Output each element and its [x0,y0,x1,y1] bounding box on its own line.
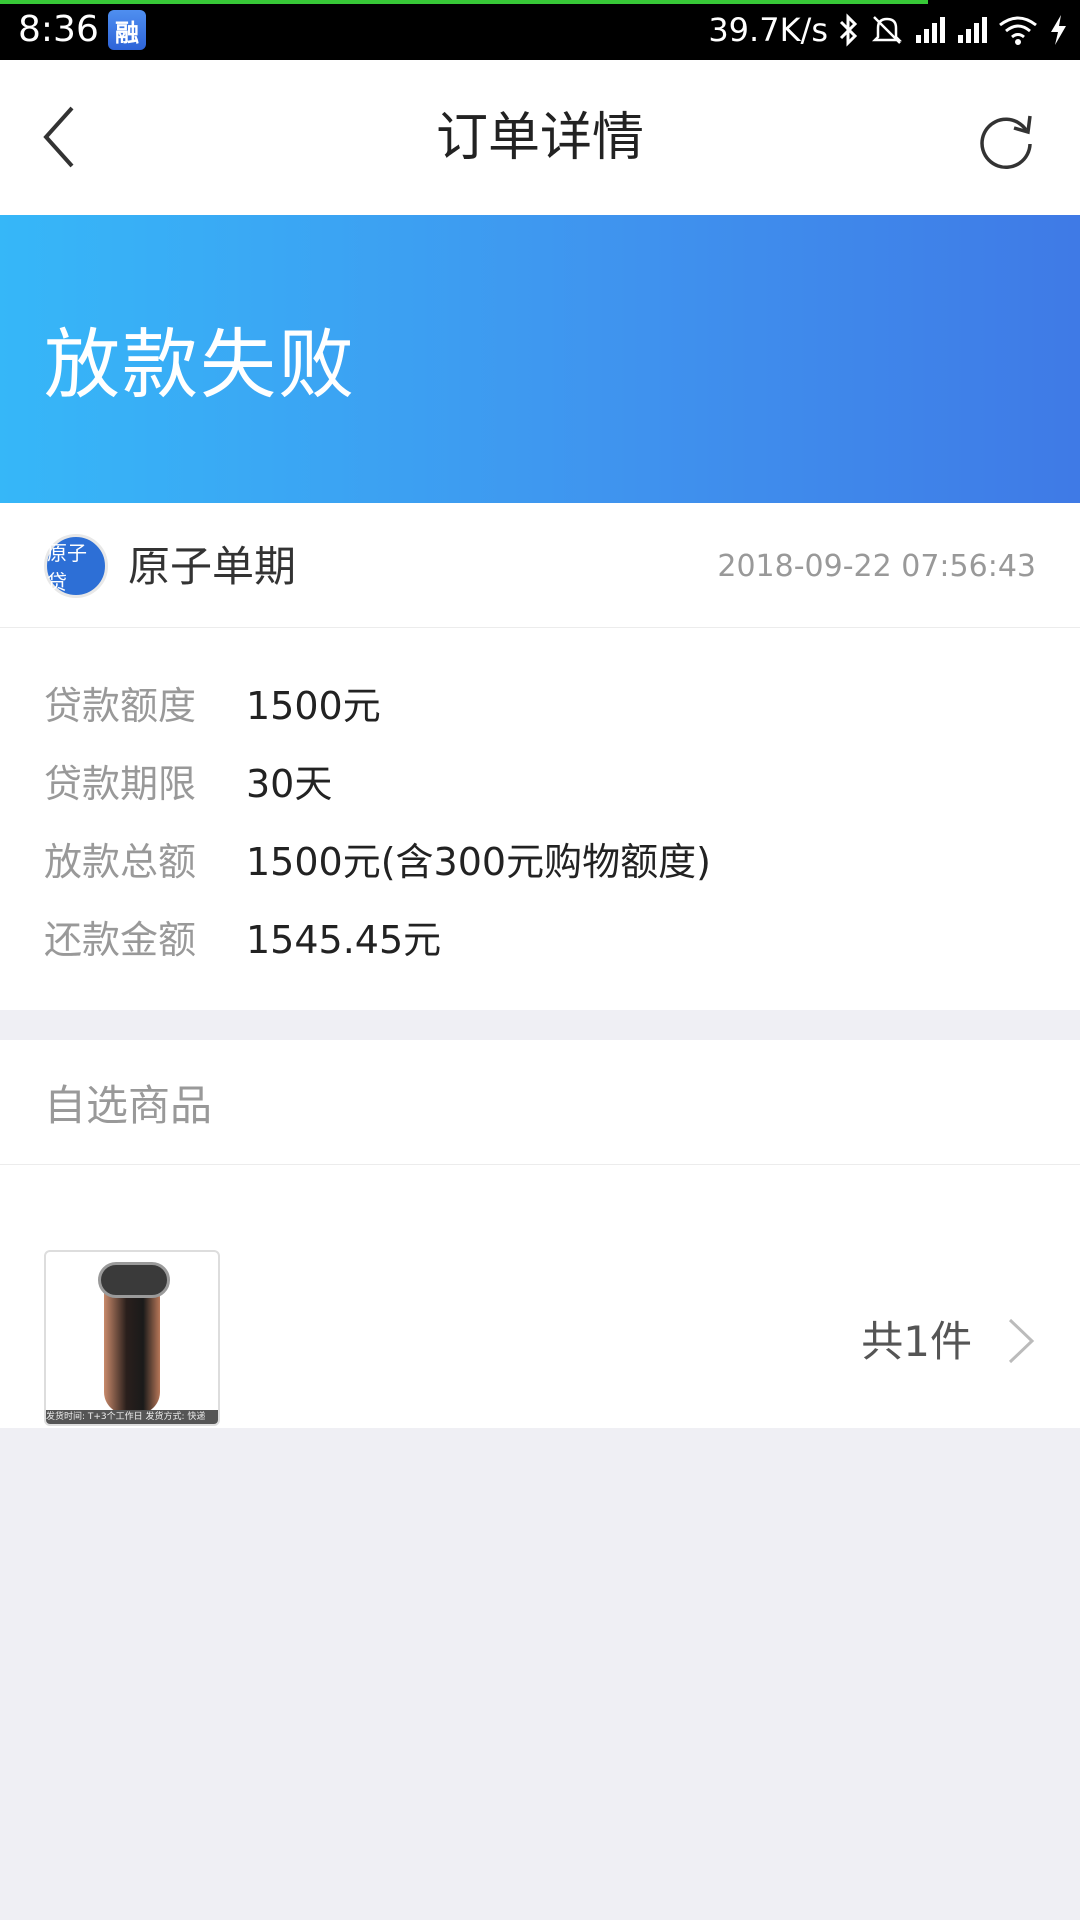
provider-name: 原子单期 [128,542,297,591]
detail-value: 30天 [246,761,333,806]
goods-list-item[interactable]: 发货时间: T+3个工作日 发货方式: 快递 共1件 [0,1166,1080,1428]
detail-label: 贷款额度 [44,683,197,728]
thumbnail-caption: 发货时间: T+3个工作日 发货方式: 快递 [46,1410,218,1424]
detail-row-disbursement-total: 放款总额 1500元(含300元购物额度) [0,819,1080,897]
product-thumbnail: 发货时间: T+3个工作日 发货方式: 快递 [44,1250,220,1426]
app-header: 订单详情 [0,60,1080,215]
detail-label: 贷款期限 [44,761,197,806]
status-indicators: 39.7K/s [708,8,1068,52]
goods-section-header: 自选商品 [0,1040,1080,1165]
goods-section-title: 自选商品 [44,1081,213,1130]
mute-icon [870,13,904,47]
bluetooth-icon [838,13,860,47]
provider-row: 原子贷 原子单期 2018-09-22 07:56:43 [0,503,1080,628]
signal-icon [914,15,946,45]
detail-label: 放款总额 [44,839,197,884]
page-load-progress [0,0,928,4]
page-title: 订单详情 [435,108,644,168]
loan-details: 贷款额度 1500元 贷款期限 30天 放款总额 1500元(含300元购物额度… [0,663,1080,975]
status-bar: 8:36 融 39.7K/s [0,0,1080,60]
detail-row-repayment-amount: 还款金额 1545.45元 [0,897,1080,975]
network-speed: 39.7K/s [708,11,828,49]
status-time: 8:36 [18,9,99,50]
signal-icon [956,15,988,45]
refresh-icon [980,115,1032,170]
provider-logo: 原子贷 [44,534,108,598]
app-notification-icon: 融 [108,10,146,50]
loan-info-card: 原子贷 原子单期 2018-09-22 07:56:43 贷款额度 1500元 … [0,503,1080,1010]
detail-label: 还款金额 [44,917,197,962]
status-banner: 放款失败 [0,215,1080,503]
shaver-head-image [98,1262,170,1298]
refresh-button[interactable] [974,108,1038,172]
charging-icon [1048,13,1068,47]
goods-count: 共1件 [861,1317,972,1366]
detail-value: 1500元 [246,683,381,728]
detail-value: 1545.45元 [246,917,442,962]
detail-value: 1500元(含300元购物额度) [246,839,711,884]
chevron-right-icon [1006,1316,1036,1366]
detail-row-loan-amount: 贷款额度 1500元 [0,663,1080,741]
detail-row-loan-term: 贷款期限 30天 [0,741,1080,819]
order-timestamp: 2018-09-22 07:56:43 [717,549,1036,584]
loan-status: 放款失败 [44,320,356,409]
wifi-icon [998,15,1038,45]
selected-goods-card: 自选商品 发货时间: T+3个工作日 发货方式: 快递 共1件 [0,1040,1080,1428]
